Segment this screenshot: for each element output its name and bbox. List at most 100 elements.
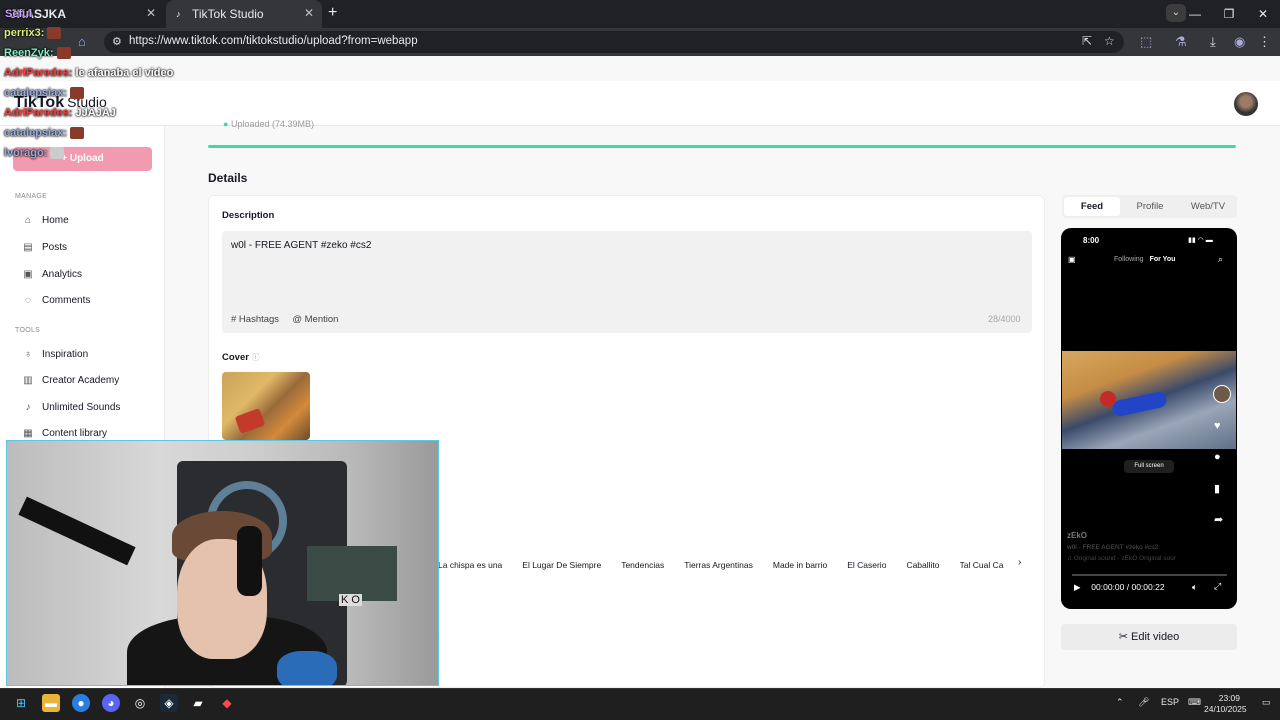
avatar[interactable] — [1234, 92, 1258, 116]
close-tab-icon[interactable]: ✕ — [304, 6, 314, 20]
open-in-app-icon[interactable]: ⇱ — [1082, 34, 1092, 48]
details-title: Details — [208, 171, 248, 185]
bookmark-icon[interactable]: ☆ — [1104, 34, 1115, 48]
tag-chip[interactable]: Tierras Argentinas — [684, 560, 753, 570]
tag-chip[interactable]: Made in barrio — [773, 560, 827, 570]
window-controls: — ❐ ✕ — [1178, 0, 1280, 28]
search-icon: ⌕ — [1218, 254, 1224, 264]
tag-chip[interactable]: La chispa es una — [438, 560, 502, 570]
sidebar-item-creator-academy[interactable]: ▥ Creator Academy — [22, 371, 119, 389]
extension-icon[interactable]: ⬚ — [1140, 34, 1152, 50]
share-icon: ➦ — [1214, 514, 1224, 526]
description-text[interactable]: w0l - FREE AGENT #zeko #cs2 — [231, 240, 371, 251]
description-tools: # Hashtags @ Mention — [231, 314, 338, 325]
chat-fragment: Seful — [5, 8, 32, 20]
upload-progress-bar — [208, 145, 1236, 148]
analytics-icon: ▣ — [23, 268, 33, 280]
minimize-icon[interactable]: — — [1178, 7, 1212, 21]
tag-chip[interactable]: Tal Cual Ca — [960, 560, 1004, 570]
chrome-icon[interactable]: ● — [72, 694, 90, 712]
tab-title: TikTok Studio — [192, 7, 264, 21]
tag-chip[interactable]: El Lugar De Siempre — [522, 560, 601, 570]
volume-icon[interactable]: 🔈︎ — [1192, 582, 1197, 593]
info-icon[interactable]: ⓘ — [252, 353, 260, 362]
sidebar-item-unlimited-sounds[interactable]: ♪ Unlimited Sounds — [22, 398, 121, 416]
download-icon[interactable]: ⤓ — [1210, 34, 1216, 50]
chevron-up-icon[interactable]: ⌃ — [1116, 697, 1124, 708]
phone-feed-tabs: Following For You — [1114, 256, 1176, 263]
labs-icon[interactable]: ⚗ — [1175, 34, 1187, 50]
profile-icon[interactable]: ◉ — [1234, 34, 1245, 50]
mention-button[interactable]: @ Mention — [292, 314, 338, 325]
language-indicator[interactable]: ESP — [1161, 697, 1179, 707]
faceit-icon[interactable]: ◆ — [218, 694, 236, 712]
url-field[interactable]: ⚙ https://www.tiktok.com/tiktokstudio/up… — [104, 31, 1124, 53]
signal-wifi-battery-icon: ▮▮ ◠ ▬ — [1188, 237, 1213, 244]
check-circle-icon: ● — [223, 119, 229, 129]
chat-message: lvorago: — [4, 147, 65, 160]
music-note-icon: ♪ — [25, 401, 31, 413]
preview-caption: w0l - FREE AGENT #zeko #cs2 — [1067, 544, 1159, 551]
notification-icon[interactable]: ▭ — [1262, 697, 1271, 708]
sidebar-item-home[interactable]: ⌂ Home — [22, 211, 69, 229]
file-explorer-icon[interactable]: ▬ — [42, 694, 60, 712]
phone-time: 8:00 — [1083, 236, 1100, 245]
address-bar-row: ⌂ ⚙ https://www.tiktok.com/tiktokstudio/… — [0, 28, 1280, 56]
tools-section-label: TOOLS — [15, 327, 41, 334]
new-tab-icon[interactable]: + — [328, 4, 337, 22]
comments-icon: ◌ — [25, 294, 31, 306]
edit-video-button[interactable]: ✂ Edit video — [1061, 624, 1237, 650]
play-icon[interactable]: ▶ — [1074, 582, 1081, 592]
browser-tab-tiktok-studio[interactable]: ♪ TikTok Studio ✕ — [166, 0, 322, 28]
cover-thumbnail[interactable] — [222, 372, 310, 440]
menu-icon[interactable]: ⋮ — [1258, 34, 1271, 50]
comment-icon: ● — [1214, 451, 1221, 463]
tag-chip[interactable]: Caballito — [906, 560, 939, 570]
creator-avatar — [1213, 385, 1231, 403]
sidebar-item-analytics[interactable]: ▣ Analytics — [22, 265, 82, 283]
preview-video-frame[interactable] — [1062, 351, 1236, 449]
hashtags-button[interactable]: # Hashtags — [231, 314, 279, 325]
cover-label: Cover ⓘ — [222, 352, 260, 363]
close-tab-icon[interactable]: ✕ — [146, 6, 156, 20]
network-icon[interactable]: ⌨ — [1188, 697, 1201, 708]
sound-tags-row: La chispa es una El Lugar De Siempre Ten… — [438, 556, 1024, 574]
discord-icon[interactable]: ◕ — [102, 694, 120, 712]
microphone-icon[interactable]: 🎤︎ — [1138, 697, 1149, 708]
time-display: 00:00:00 / 00:00:22 — [1091, 582, 1165, 592]
obs-icon[interactable]: ▰ — [189, 694, 207, 712]
academy-icon: ▥ — [23, 374, 33, 386]
playback-controls: ▶ 00:00:00 / 00:00:22 — [1074, 582, 1165, 593]
chat-message: ReenZyk: — [4, 47, 71, 60]
site-info-icon[interactable]: ⚙ — [112, 35, 122, 48]
sidebar-item-comments[interactable]: ◌ Comments — [22, 291, 90, 309]
windows-start-icon[interactable]: ⊞ — [12, 694, 30, 712]
video-scrubber[interactable] — [1072, 574, 1227, 576]
app-icon[interactable]: ◎ — [131, 694, 149, 712]
tab-profile[interactable]: Profile — [1122, 197, 1178, 216]
close-window-icon[interactable]: ✕ — [1246, 7, 1280, 21]
lightbulb-icon: ♁ — [24, 348, 32, 360]
system-clock[interactable]: 23:09 24/10/2025 — [1204, 693, 1247, 715]
char-count: 28/4000 — [988, 314, 1021, 324]
sidebar-item-posts[interactable]: ▤ Posts — [22, 238, 67, 256]
tag-chip[interactable]: Tendencias — [621, 560, 664, 570]
maximize-icon[interactable]: ❐ — [1212, 7, 1246, 21]
chat-message: AdriParedes: le afanaba el video — [4, 67, 174, 79]
expand-icon[interactable]: ⤢ — [1214, 581, 1221, 592]
posts-icon: ▤ — [23, 241, 33, 253]
chevron-right-icon[interactable]: › — [1018, 557, 1021, 568]
description-label: Description — [222, 210, 275, 221]
tiktok-favicon-icon: ♪ — [176, 9, 181, 19]
upload-status: ● Uploaded (74.39MB) — [223, 119, 315, 129]
full-screen-button[interactable]: Full screen — [1124, 460, 1174, 473]
steam-icon[interactable]: ◈ — [160, 694, 178, 712]
live-icon: ▣ — [1068, 255, 1076, 264]
home-icon[interactable]: ⌂ — [78, 34, 86, 49]
tab-web-tv[interactable]: Web/TV — [1180, 197, 1236, 216]
studio-header: TikTok Studio — [0, 81, 1280, 126]
tag-chip[interactable]: El Caserio — [847, 560, 886, 570]
library-icon: ▦ — [23, 427, 33, 439]
sidebar-item-inspiration[interactable]: ♁ Inspiration — [22, 345, 88, 363]
tab-feed[interactable]: Feed — [1064, 197, 1120, 216]
